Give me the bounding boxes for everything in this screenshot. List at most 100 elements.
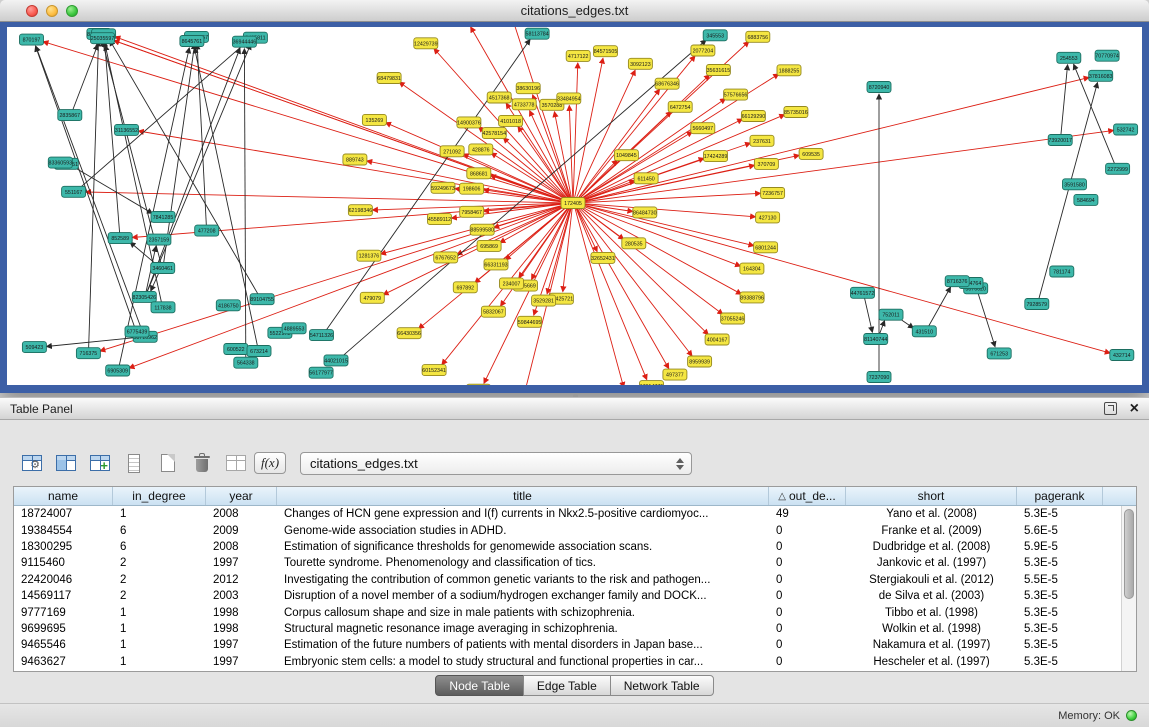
graph-node[interactable]: 117838 — [151, 302, 175, 313]
table-row[interactable]: 1872400712008Changes of HCN gene express… — [14, 506, 1121, 522]
tab-edge-table[interactable]: Edge Table — [523, 675, 611, 696]
graph-edge[interactable] — [575, 207, 646, 380]
graph-node[interactable]: 60152341 — [422, 365, 446, 376]
graph-node[interactable]: 56177977 — [309, 367, 333, 378]
graph-node[interactable]: 3591580 — [1063, 179, 1087, 190]
graph-node[interactable]: 6767652 — [434, 252, 458, 263]
graph-node[interactable]: 6472754 — [668, 101, 692, 112]
column-header-in_degree[interactable]: in_degree — [113, 487, 206, 505]
graph-node[interactable]: 6905309 — [106, 365, 130, 376]
graph-node[interactable]: 1888255 — [777, 65, 801, 76]
graph-edge[interactable] — [978, 292, 995, 347]
graph-node[interactable]: 37816083 — [1089, 70, 1113, 81]
minimize-window-button[interactable] — [46, 5, 58, 17]
table-row[interactable]: 977716911998Corpus callosum shape and si… — [14, 604, 1121, 620]
graph-node[interactable]: 889743 — [343, 154, 367, 165]
graph-node[interactable]: 5660497 — [691, 123, 715, 134]
graph-node[interactable]: 234007 — [500, 278, 524, 289]
graph-edge[interactable] — [530, 111, 571, 200]
graph-node[interactable]: 3092123 — [628, 58, 652, 69]
graph-edge[interactable] — [579, 193, 761, 203]
column-header-short[interactable]: short — [846, 487, 1017, 505]
column-header-title[interactable]: title — [277, 487, 769, 505]
graph-edge[interactable] — [119, 48, 189, 367]
graph-node[interactable]: 89388796 — [740, 292, 764, 303]
graph-node[interactable]: 600522 — [224, 344, 248, 355]
table-scrollbar[interactable] — [1121, 506, 1136, 671]
graph-node[interactable]: 271092 — [440, 146, 464, 157]
new-table-icon[interactable] — [152, 449, 184, 477]
graph-edge[interactable] — [147, 48, 241, 293]
graph-node[interactable]: 45589112 — [428, 214, 452, 225]
graph-node[interactable]: 32652431 — [591, 252, 615, 263]
graph-node[interactable]: 2357159 — [147, 234, 171, 245]
graph-node[interactable]: 431510 — [912, 326, 936, 337]
graph-node[interactable]: 70770974 — [1095, 50, 1119, 61]
table-mode-icon[interactable]: ⚙ — [16, 449, 48, 477]
tab-node-table[interactable]: Node Table — [435, 675, 524, 696]
show-columns-icon[interactable] — [50, 449, 82, 477]
graph-node[interactable]: 68676346 — [655, 78, 679, 89]
graph-edge[interactable] — [577, 206, 692, 356]
function-builder-icon[interactable]: f(x) — [254, 449, 286, 477]
window-titlebar[interactable]: citations_edges.txt — [0, 0, 1149, 22]
table-selector-dropdown[interactable]: citations_edges.txt — [300, 452, 692, 475]
graph-node[interactable]: 37055246 — [721, 313, 745, 324]
column-header-name[interactable]: name — [14, 487, 113, 505]
graph-node[interactable]: 6801244 — [754, 242, 778, 253]
graph-node[interactable]: 66430356 — [397, 328, 421, 339]
graph-node[interactable]: 716375 — [76, 348, 100, 359]
graph-node[interactable]: 4101018 — [499, 115, 523, 126]
graph-node[interactable]: 38630196 — [516, 83, 540, 94]
graph-node[interactable]: 85735016 — [784, 107, 808, 118]
graph-node[interactable]: 33484954 — [557, 93, 581, 104]
graph-node[interactable]: 254553 — [1057, 52, 1081, 63]
graph-node[interactable]: 427130 — [756, 212, 780, 223]
graph-node[interactable]: 86484730 — [633, 207, 657, 218]
graph-node[interactable]: 7841285 — [151, 211, 175, 222]
graph-node[interactable]: 8716376 — [945, 276, 969, 287]
graph-node[interactable]: 370709 — [754, 158, 778, 169]
graph-node[interactable]: 2077204 — [691, 45, 715, 56]
close-window-button[interactable] — [26, 5, 38, 17]
graph-edge[interactable] — [138, 131, 567, 202]
graph-node[interactable]: 4517368 — [487, 92, 511, 103]
graph-node[interactable]: 611450 — [634, 173, 658, 184]
graph-node[interactable]: 44761572 — [851, 287, 875, 298]
graph-node[interactable]: 54711326 — [310, 330, 334, 341]
graph-edge[interactable] — [578, 205, 741, 294]
graph-node[interactable]: 8645761 — [180, 36, 204, 47]
graph-node[interactable]: 68479831 — [377, 73, 401, 84]
graph-node[interactable]: 7958467 — [460, 206, 484, 217]
graph-edge[interactable] — [576, 70, 636, 199]
row-options-icon[interactable] — [118, 449, 150, 477]
network-canvas[interactable]: 5442572135292817095669234007663311936958… — [7, 27, 1142, 385]
graph-edge[interactable] — [532, 207, 571, 280]
graph-node[interactable]: 12429739 — [414, 38, 438, 49]
graph-node[interactable]: 345553 — [703, 30, 727, 41]
graph-edge[interactable] — [864, 297, 872, 333]
tab-network-table[interactable]: Network Table — [610, 675, 714, 696]
graph-edge[interactable] — [89, 41, 99, 349]
graph-node[interactable]: 5832067 — [481, 306, 505, 317]
graph-edge[interactable] — [46, 337, 139, 346]
graph-node[interactable]: 164304 — [740, 263, 764, 274]
graph-node[interactable]: 6775439 — [125, 326, 149, 337]
graph-node[interactable]: 84571505 — [594, 46, 618, 57]
graph-node[interactable]: 280535 — [622, 238, 646, 249]
graph-node[interactable]: 673214 — [247, 346, 271, 357]
graph-edge[interactable] — [573, 63, 578, 199]
graph-node[interactable]: 57576656 — [724, 89, 748, 100]
table-row[interactable]: 1938455462009Genome-wide association stu… — [14, 522, 1121, 538]
graph-edge[interactable] — [578, 74, 779, 201]
graph-edge[interactable] — [579, 130, 1114, 202]
graph-node[interactable]: 4186750 — [216, 300, 240, 311]
graph-node[interactable]: 88599580 — [470, 224, 494, 235]
graph-node[interactable]: 3529281 — [532, 295, 556, 306]
scrollbar-thumb[interactable] — [1124, 509, 1134, 599]
graph-edge[interactable] — [577, 206, 708, 335]
graph-node[interactable]: 14900376 — [457, 117, 481, 128]
table-row[interactable]: 946554611997Estimation of the future num… — [14, 637, 1121, 653]
graph-node[interactable]: 477208 — [195, 225, 219, 236]
graph-node[interactable]: 509423 — [22, 342, 46, 353]
